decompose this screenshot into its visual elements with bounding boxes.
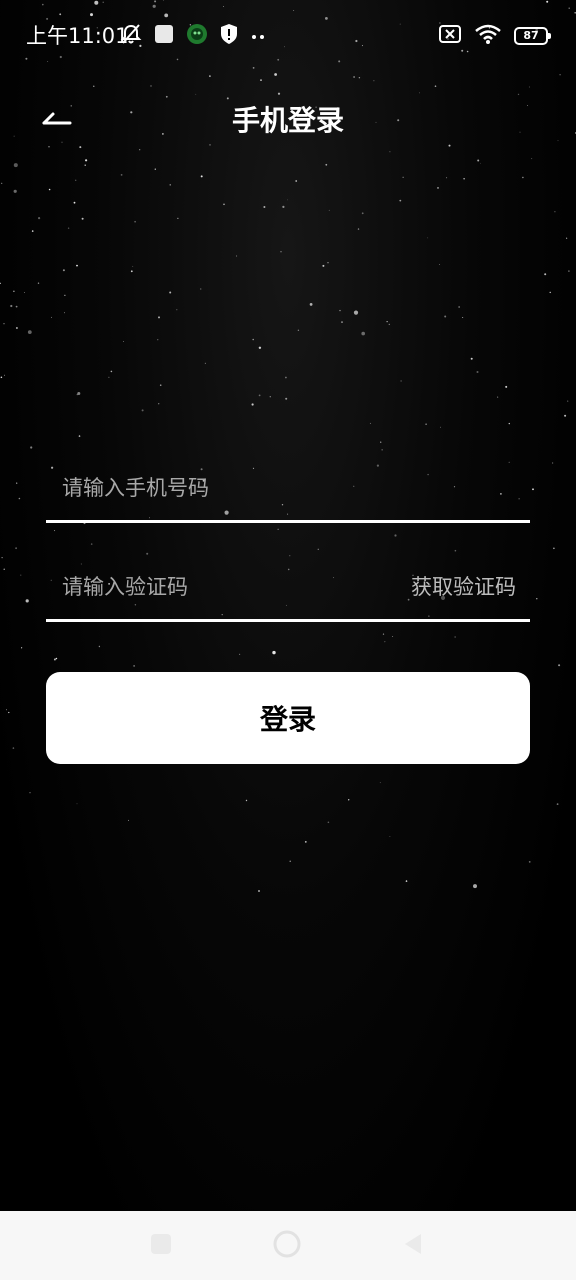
app-round-icon — [186, 23, 208, 49]
status-left-icons — [120, 24, 278, 48]
status-bar: 上午11:01 87 — [0, 0, 576, 72]
home-button[interactable] — [272, 1229, 302, 1263]
sim-off-icon — [438, 24, 462, 48]
shield-icon — [220, 23, 238, 49]
battery-icon: 87 — [514, 27, 551, 45]
status-time: 上午11:01 — [26, 24, 129, 48]
phone-input[interactable] — [62, 470, 362, 506]
login-form: 获取验证码 — [46, 450, 530, 622]
login-screen: 上午11:01 87 手机登录 请输入手机号码 请输入验证码 获取验证码 登录 — [0, 0, 576, 1280]
code-field: 获取验证码 — [46, 550, 530, 622]
wifi-icon — [474, 23, 502, 49]
notifications-off-icon — [120, 23, 142, 49]
page-title: 手机登录 — [231, 104, 344, 137]
battery-level: 87 — [523, 29, 539, 42]
recents-button[interactable] — [146, 1231, 176, 1261]
home-circle-icon — [272, 1229, 302, 1263]
recents-square-icon — [149, 1232, 173, 1260]
header: 手机登录 — [0, 90, 576, 154]
nav-back-button[interactable] — [398, 1231, 428, 1261]
status-right-icons: 87 — [426, 23, 551, 49]
verification-code-input[interactable] — [62, 569, 362, 605]
login-button-label: 登录 — [259, 703, 316, 736]
more-dots-icon — [250, 27, 266, 46]
app-square-icon — [154, 24, 174, 48]
login-button[interactable]: 登录 — [46, 672, 530, 764]
phone-field — [46, 450, 530, 523]
back-triangle-icon — [401, 1232, 425, 1260]
system-nav-bar — [0, 1211, 576, 1280]
get-code-button[interactable]: 获取验证码 — [411, 569, 516, 605]
